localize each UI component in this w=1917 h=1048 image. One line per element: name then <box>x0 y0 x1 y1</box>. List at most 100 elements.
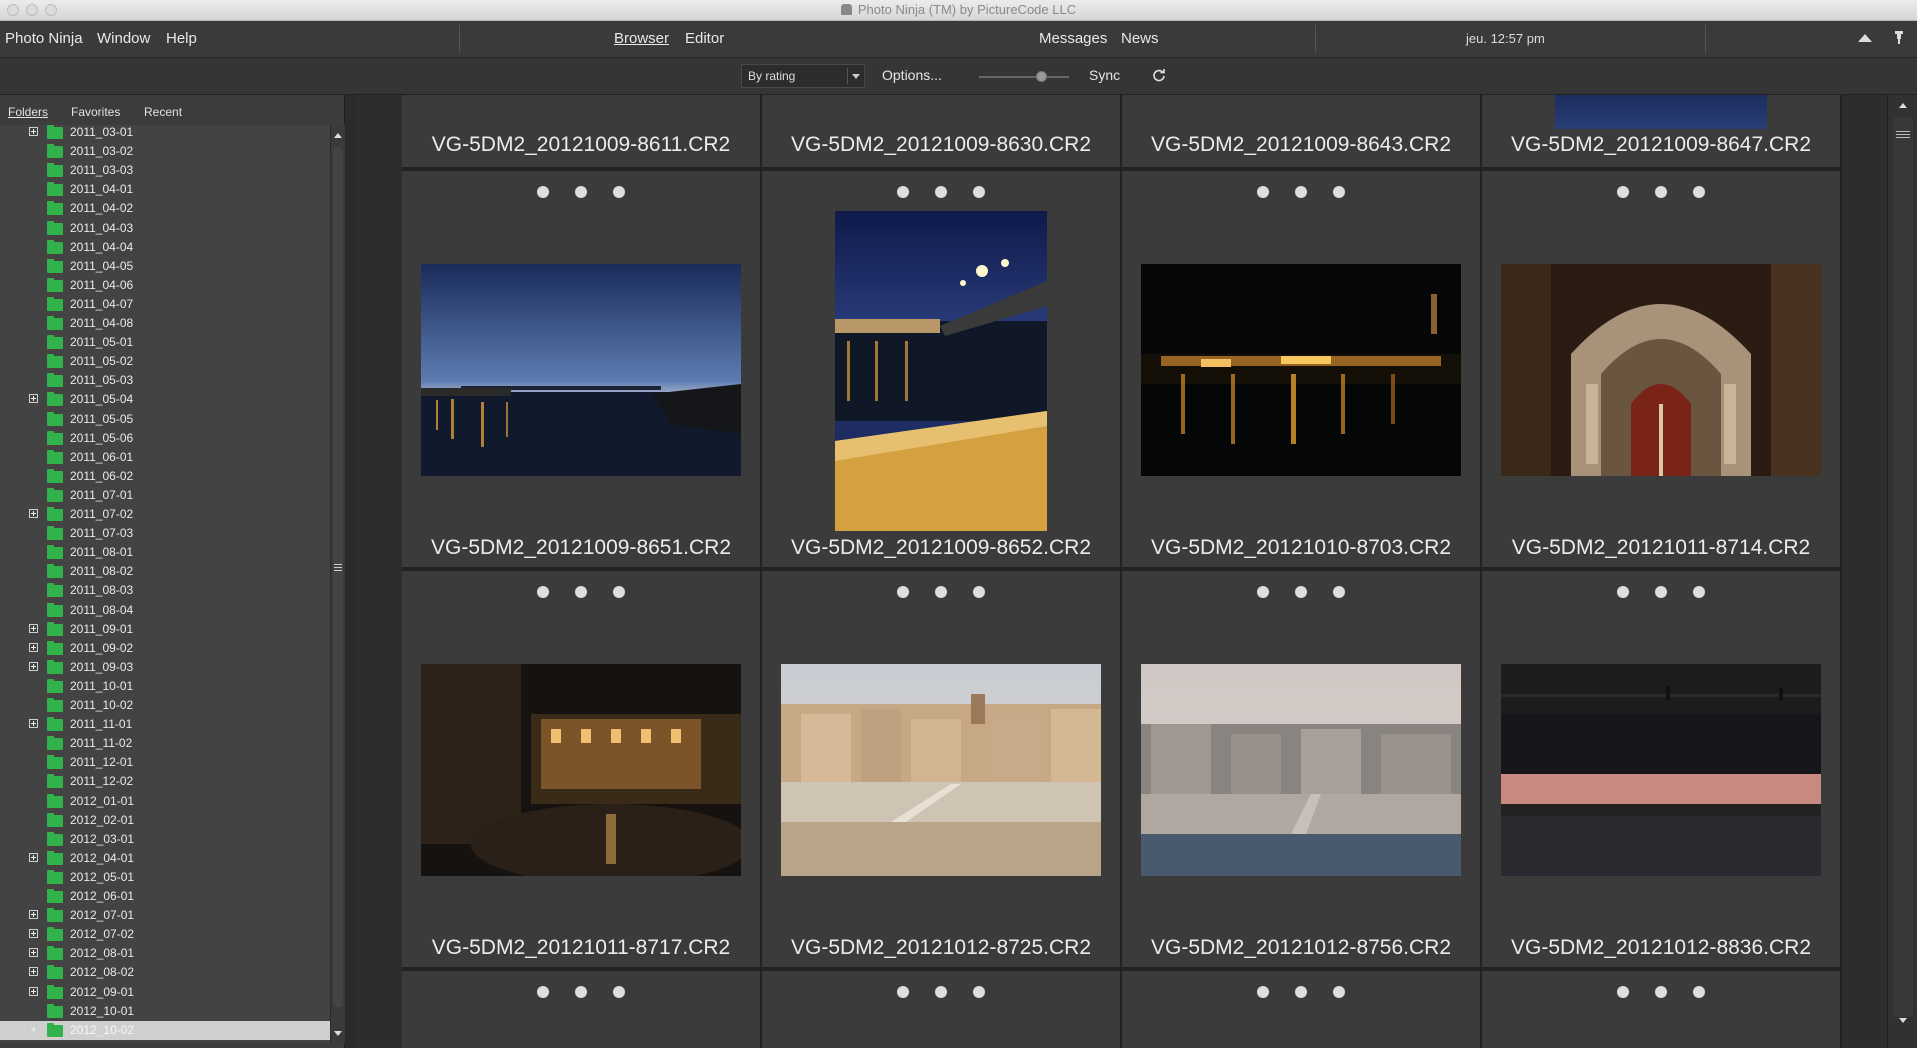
rating-dot[interactable] <box>973 586 985 598</box>
folder-item[interactable]: 2012_08-02 <box>0 963 330 982</box>
expand-icon[interactable] <box>29 910 38 920</box>
menu-window[interactable]: Window <box>97 30 150 47</box>
rating-dot[interactable] <box>1295 586 1307 598</box>
thumbnail-size-slider-knob[interactable] <box>1036 71 1047 82</box>
scroll-up-icon[interactable] <box>1899 103 1907 108</box>
folder-tree-scrollbar[interactable] <box>330 125 345 1043</box>
expand-icon[interactable] <box>29 719 38 729</box>
rating-dot[interactable] <box>613 986 625 998</box>
thumbnail-image[interactable] <box>1555 95 1767 129</box>
folder-item[interactable]: 2011_04-07 <box>0 295 330 314</box>
rating-dots[interactable] <box>762 185 1120 203</box>
thumbnail-cell[interactable]: VG-5DM2_20121011-8714.CR2 <box>1482 171 1840 567</box>
folder-item[interactable]: 2011_03-02 <box>0 142 330 161</box>
rating-dot[interactable] <box>1257 586 1269 598</box>
options-button[interactable]: Options... <box>882 67 942 83</box>
rating-dot[interactable] <box>935 186 947 198</box>
expand-icon[interactable] <box>29 986 38 996</box>
rating-dots[interactable] <box>762 585 1120 603</box>
thumbnail-cell[interactable] <box>402 971 760 1048</box>
thumbnail-cell[interactable]: VG-5DM2_20121012-8756.CR2 <box>1122 571 1480 967</box>
rating-dot[interactable] <box>1693 586 1705 598</box>
folder-item[interactable]: 2011_10-01 <box>0 677 330 696</box>
expand-icon[interactable] <box>29 967 38 977</box>
tab-favorites[interactable]: Favorites <box>71 105 120 119</box>
folder-item[interactable]: 2011_07-02 <box>0 505 330 524</box>
rating-dots[interactable] <box>1482 185 1840 203</box>
news-button[interactable]: News <box>1121 30 1159 47</box>
thumbnail-image[interactable] <box>1501 664 1821 876</box>
folder-item[interactable]: 2011_04-08 <box>0 314 330 333</box>
rating-dot[interactable] <box>1333 586 1345 598</box>
scrollbar-thumb[interactable] <box>1893 117 1913 1017</box>
rating-dots[interactable] <box>1122 185 1480 203</box>
tab-browser[interactable]: Browser <box>614 30 669 47</box>
folder-item[interactable]: 2011_09-01 <box>0 620 330 639</box>
folder-item[interactable]: 2012_06-01 <box>0 887 330 906</box>
folder-item[interactable]: 2012_08-01 <box>0 944 330 963</box>
rating-dot[interactable] <box>575 986 587 998</box>
thumbnail-image[interactable] <box>781 664 1101 876</box>
rating-dots[interactable] <box>1482 585 1840 603</box>
rating-dot[interactable] <box>1617 586 1629 598</box>
folder-item[interactable]: 2011_08-02 <box>0 562 330 581</box>
folder-item[interactable]: 2011_04-06 <box>0 276 330 295</box>
rating-dot[interactable] <box>613 586 625 598</box>
rating-dot[interactable] <box>575 586 587 598</box>
thumbnail-image[interactable] <box>421 664 741 876</box>
thumbnail-cell[interactable]: VG-5DM2_20121009-8647.CR2 <box>1482 95 1840 167</box>
folder-item[interactable]: 2011_11-01 <box>0 715 330 734</box>
rating-dots[interactable] <box>402 585 760 603</box>
expand-icon[interactable] <box>29 661 38 671</box>
thumbnail-image[interactable] <box>421 264 741 476</box>
scroll-down-icon[interactable] <box>334 1031 342 1036</box>
scroll-up-icon[interactable] <box>334 133 342 138</box>
rating-dot[interactable] <box>1333 186 1345 198</box>
rating-dot[interactable] <box>1693 186 1705 198</box>
thumbnail-cell[interactable]: VG-5DM2_20121009-8611.CR2 <box>402 95 760 167</box>
rating-dot[interactable] <box>973 186 985 198</box>
rating-dot[interactable] <box>897 186 909 198</box>
rating-dot[interactable] <box>973 986 985 998</box>
menu-help[interactable]: Help <box>166 30 197 47</box>
rating-dot[interactable] <box>537 586 549 598</box>
rating-dot[interactable] <box>1257 186 1269 198</box>
thumbnail-cell[interactable]: VG-5DM2_20121011-8717.CR2 <box>402 571 760 967</box>
rating-dot[interactable] <box>1617 986 1629 998</box>
expand-icon[interactable] <box>29 642 38 652</box>
rating-dot[interactable] <box>1693 986 1705 998</box>
rating-dots[interactable] <box>1122 585 1480 603</box>
rating-dot[interactable] <box>1295 186 1307 198</box>
folder-item[interactable]: 2011_11-02 <box>0 734 330 753</box>
folder-item[interactable]: 2011_08-01 <box>0 543 330 562</box>
rating-dot[interactable] <box>1655 186 1667 198</box>
folder-item[interactable]: 2012_10-02 <box>0 1020 330 1040</box>
folder-item[interactable]: 2012_09-01 <box>0 983 330 1002</box>
folder-item[interactable]: 2011_04-01 <box>0 180 330 199</box>
rating-dot[interactable] <box>613 186 625 198</box>
scroll-down-icon[interactable] <box>1899 1018 1907 1023</box>
rating-dot[interactable] <box>1617 186 1629 198</box>
thumbnail-cell[interactable]: VG-5DM2_20121009-8643.CR2 <box>1122 95 1480 167</box>
rating-dot[interactable] <box>1257 986 1269 998</box>
collapse-toolbar-icon[interactable] <box>1858 34 1872 42</box>
tab-editor[interactable]: Editor <box>685 30 724 47</box>
folder-item[interactable]: 2011_05-03 <box>0 371 330 390</box>
folder-item[interactable]: 2011_06-01 <box>0 448 330 467</box>
thumbnail-cell[interactable] <box>1122 971 1480 1048</box>
folder-item[interactable]: 2011_05-05 <box>0 410 330 429</box>
rating-dot[interactable] <box>575 186 587 198</box>
folder-item[interactable]: 2012_10-01 <box>0 1002 330 1021</box>
rating-dot[interactable] <box>1295 986 1307 998</box>
expand-icon[interactable] <box>29 852 38 862</box>
thumbnail-image[interactable] <box>1141 264 1461 476</box>
menu-photo-ninja[interactable]: Photo Ninja <box>5 30 83 47</box>
rating-dot[interactable] <box>897 986 909 998</box>
folder-item[interactable]: 2011_07-03 <box>0 524 330 543</box>
folder-item[interactable]: 2011_12-01 <box>0 753 330 772</box>
tab-folders[interactable]: Folders <box>8 105 48 119</box>
folder-item[interactable]: 2012_04-01 <box>0 849 330 868</box>
rating-dot[interactable] <box>897 586 909 598</box>
rating-dots[interactable] <box>402 985 760 1003</box>
thumbnail-image[interactable] <box>835 211 1047 531</box>
